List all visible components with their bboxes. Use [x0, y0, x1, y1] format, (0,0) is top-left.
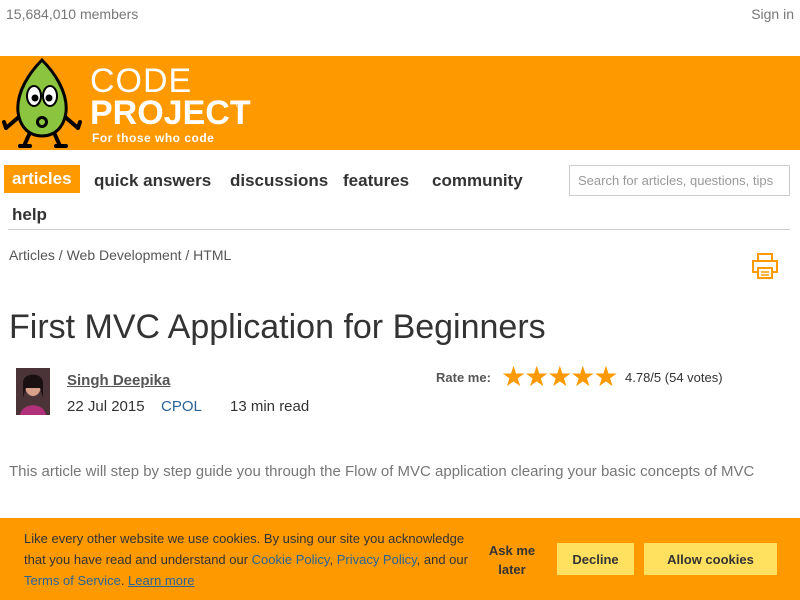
registered-mark: ®	[236, 100, 244, 111]
nav-quick-answers[interactable]: quick answers	[86, 167, 219, 195]
nav-discussions[interactable]: discussions	[222, 167, 336, 195]
author-name[interactable]: Singh Deepika	[67, 372, 170, 389]
breadcrumb-html[interactable]: HTML	[193, 247, 231, 263]
privacy-policy-link[interactable]: Privacy Policy	[337, 552, 417, 567]
learn-more-link[interactable]: Learn more	[128, 573, 194, 588]
sign-in-link[interactable]: Sign in	[751, 6, 794, 22]
cookie-text: , and our	[416, 552, 468, 567]
nav-help[interactable]: help	[4, 201, 55, 229]
member-count: 15,684,010 members	[6, 6, 139, 22]
breadcrumb: Articles / Web Development / HTML	[9, 247, 231, 263]
decline-button[interactable]: Decline	[557, 543, 634, 575]
mascot-logo-icon[interactable]	[2, 58, 84, 150]
star-rating[interactable]: ★★★★★	[501, 363, 619, 391]
site-banner: CODE PROJECT ® For those who code	[0, 56, 800, 150]
cookie-text: .	[120, 573, 129, 588]
terms-link[interactable]: Terms of Service	[24, 573, 121, 588]
cookie-message: Like every other website we use cookies.…	[24, 528, 474, 591]
breadcrumb-articles[interactable]: Articles	[9, 247, 55, 263]
article-date: 22 Jul 2015	[67, 398, 145, 415]
logo-text-code: CODE	[90, 62, 193, 100]
cookie-text: ,	[329, 552, 337, 567]
article-summary: This article will step by step guide you…	[9, 463, 755, 480]
avatar-photo-icon	[16, 368, 50, 415]
allow-cookies-button[interactable]: Allow cookies	[644, 543, 777, 575]
cookie-policy-link[interactable]: Cookie Policy	[252, 552, 330, 567]
nav-articles[interactable]: articles	[4, 165, 80, 193]
license-link[interactable]: CPOL	[161, 398, 202, 415]
rate-label: Rate me:	[436, 370, 491, 385]
top-bar: 15,684,010 members Sign in	[0, 0, 800, 28]
nav-features[interactable]: features	[335, 167, 417, 195]
breadcrumb-web-development[interactable]: Web Development	[67, 247, 182, 263]
cookie-banner: Like every other website we use cookies.…	[0, 518, 800, 600]
print-icon[interactable]	[752, 253, 778, 279]
nav-divider	[8, 229, 790, 230]
breadcrumb-separator: /	[181, 247, 194, 263]
nav-community[interactable]: community	[424, 167, 531, 195]
search-input[interactable]: Search for articles, questions, tips	[569, 165, 790, 196]
logo-tagline: For those who code	[92, 131, 215, 145]
ask-me-later-button[interactable]: Ask me later	[487, 541, 537, 579]
author-avatar[interactable]	[16, 368, 50, 415]
read-time: 13 min read	[230, 398, 310, 415]
article-title: First MVC Application for Beginners	[9, 308, 546, 346]
breadcrumb-separator: /	[54, 247, 67, 263]
rating-score: 4.78/5 (54 votes)	[625, 370, 723, 385]
logo-text-project: PROJECT	[90, 94, 251, 132]
